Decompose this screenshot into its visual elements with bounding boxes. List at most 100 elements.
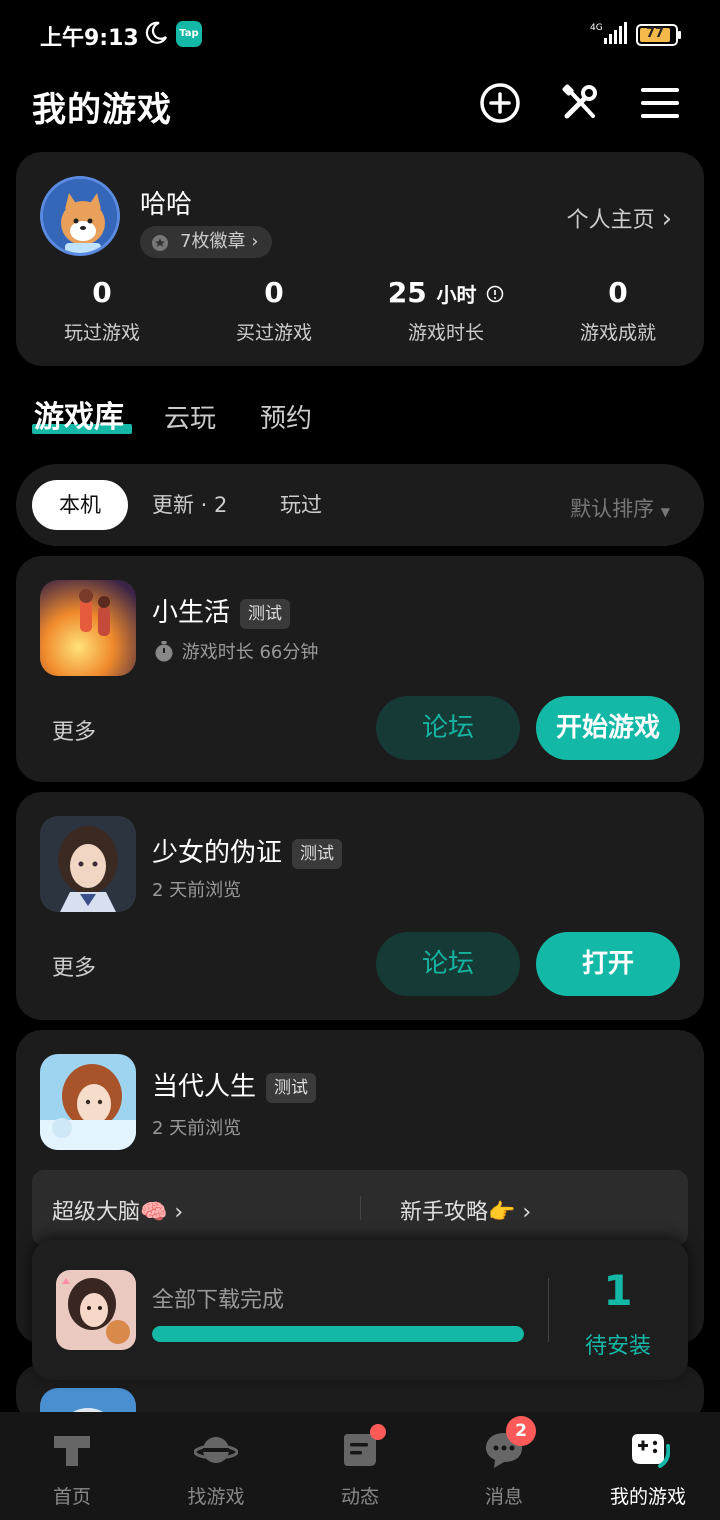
badges-button[interactable]: 7枚徽章 › <box>140 226 273 258</box>
stat-bought[interactable]: 0 买过游戏 <box>188 276 360 356</box>
nav-label: 找游戏 <box>187 1486 245 1508</box>
sort-label: 默认排序 <box>570 497 655 521</box>
badges-label: 7枚徽章 <box>180 231 246 252</box>
game-tag: 测试 <box>292 838 343 869</box>
stat-unit: 小时 <box>436 283 477 307</box>
tab-reservations[interactable]: 预约 <box>260 398 312 435</box>
nav-feed[interactable]: 动态 <box>288 1412 432 1520</box>
avatar[interactable] <box>40 176 120 256</box>
download-panel[interactable]: 全部下载完成 1 待安装 <box>32 1240 688 1380</box>
quick-link-guide[interactable]: 新手攻略👉 › <box>400 1194 531 1226</box>
forum-button[interactable]: 论坛 <box>376 696 520 760</box>
home-t-icon <box>54 1436 90 1466</box>
bottom-nav: 首页 找游戏 动态 2 消息 我的游戏 <box>0 1412 720 1520</box>
filter-local[interactable]: 本机 <box>32 480 128 530</box>
caret-down-icon: ▼ <box>660 505 670 519</box>
add-circle-icon[interactable] <box>479 82 521 124</box>
filter-updates[interactable]: 更新 · 2 <box>152 480 227 530</box>
game-subtitle: 2 天前浏览 <box>152 880 242 901</box>
game-name: 当代人生 <box>152 1072 257 1102</box>
nav-messages[interactable]: 2 消息 <box>432 1412 576 1520</box>
download-progress-bar <box>152 1326 524 1342</box>
filter-bar: 本机 更新 · 2 玩过 默认排序 ▼ <box>16 464 704 546</box>
sort-dropdown[interactable]: 默认排序 ▼ <box>570 493 670 523</box>
stat-value: 0 <box>92 276 112 309</box>
nav-my-games[interactable]: 我的游戏 <box>576 1412 720 1520</box>
homepage-link[interactable]: 个人主页 › <box>567 202 672 234</box>
stat-playtime[interactable]: 25 小时 游戏时长 <box>360 276 532 356</box>
profile-name: 哈哈 <box>140 190 193 220</box>
pending-install-label[interactable]: 待安装 <box>568 1328 668 1360</box>
nav-label: 我的游戏 <box>609 1486 686 1508</box>
tab-game-library[interactable]: 游戏库 <box>34 392 124 436</box>
stat-value: 25 <box>387 276 427 309</box>
stat-label: 玩过游戏 <box>63 322 140 344</box>
more-button[interactable]: 更多 <box>52 950 96 982</box>
status-time: 上午9:13 <box>40 26 139 51</box>
gamepad-icon <box>632 1434 670 1468</box>
svg-text:4G: 4G <box>590 23 603 33</box>
stat-label: 买过游戏 <box>235 322 312 344</box>
game-title-row: 少女的伪证 测试 <box>152 832 343 869</box>
menu-icon[interactable] <box>639 82 681 124</box>
stat-label: 游戏时长 <box>407 322 484 344</box>
start-game-button[interactable]: 开始游戏 <box>536 696 680 760</box>
game-subtitle: 游戏时长 66分钟 <box>181 642 319 663</box>
quick-link-label: 新手攻略👉 <box>400 1200 516 1225</box>
moon-icon <box>145 21 167 44</box>
chevron-right-icon: › <box>174 1200 184 1225</box>
game-title-row: 小生活 测试 <box>152 592 291 629</box>
forum-button[interactable]: 论坛 <box>376 932 520 996</box>
pending-install-count[interactable]: 1 <box>568 1266 668 1315</box>
game-name: 小生活 <box>152 598 231 628</box>
nav-home[interactable]: 首页 <box>0 1412 144 1520</box>
quick-links: 超级大脑🧠 › 新手攻略👉 › <box>32 1170 688 1246</box>
stat-value: 0 <box>264 276 284 309</box>
game-tag: 测试 <box>266 1072 317 1103</box>
message-count-badge: 2 <box>506 1416 536 1446</box>
status-bar: 上午9:13 Tap 4G 77 <box>0 0 720 70</box>
game-card[interactable]: 少女的伪证 测试 2 天前浏览 更多 论坛 打开 <box>16 792 704 1020</box>
filter-played[interactable]: 玩过 <box>280 480 322 530</box>
game-icon[interactable] <box>40 816 136 912</box>
homepage-label: 个人主页 <box>566 208 655 233</box>
stat-label: 游戏成就 <box>579 322 656 344</box>
open-game-button[interactable]: 打开 <box>536 932 680 996</box>
quick-link-brain[interactable]: 超级大脑🧠 › <box>52 1194 183 1226</box>
nav-find-games[interactable]: 找游戏 <box>144 1412 288 1520</box>
game-tag: 测试 <box>240 598 291 629</box>
divider <box>548 1278 549 1342</box>
page-title: 我的游戏 <box>32 90 172 130</box>
tab-cloud-play[interactable]: 云玩 <box>164 398 216 435</box>
divider <box>360 1196 361 1220</box>
stopwatch-icon <box>155 641 173 662</box>
signal-icon: 4G <box>590 22 627 44</box>
chevron-right-icon: › <box>522 1200 532 1225</box>
nav-label: 消息 <box>484 1486 523 1508</box>
tap-app-icon: Tap <box>176 21 202 47</box>
more-button[interactable]: 更多 <box>52 714 96 746</box>
download-status: 全部下载完成 <box>152 1288 285 1313</box>
game-title-row: 当代人生 测试 <box>152 1066 317 1103</box>
stat-played[interactable]: 0 玩过游戏 <box>16 276 188 356</box>
battery-icon: 77 <box>636 24 682 46</box>
profile-stats: 0 玩过游戏 0 买过游戏 25 小时 游戏时长 0 游戏成就 <box>16 276 704 356</box>
info-icon[interactable] <box>486 285 504 303</box>
download-game-icon <box>56 1270 136 1350</box>
game-name: 少女的伪证 <box>152 838 283 868</box>
tools-icon[interactable] <box>559 82 601 124</box>
stat-value: 0 <box>608 276 628 309</box>
notification-dot <box>370 1424 386 1440</box>
profile-card: 哈哈 7枚徽章 › 个人主页 › 0 玩过游戏 0 买过游戏 25 小时 游戏时… <box>16 152 704 366</box>
game-subtitle-row: 游戏时长 66分钟 <box>152 638 318 664</box>
chevron-right-icon: › <box>251 231 259 252</box>
stat-achievements[interactable]: 0 游戏成就 <box>532 276 704 356</box>
medal-icon <box>152 235 168 251</box>
game-icon[interactable] <box>40 1054 136 1150</box>
game-card[interactable]: 小生活 测试 游戏时长 66分钟 更多 论坛 开始游戏 <box>16 556 704 782</box>
battery-level: 77 <box>646 26 665 41</box>
planet-icon <box>194 1437 238 1463</box>
game-icon[interactable] <box>40 580 136 676</box>
chevron-right-icon: › <box>661 204 672 234</box>
quick-link-label: 超级大脑🧠 <box>52 1200 168 1225</box>
